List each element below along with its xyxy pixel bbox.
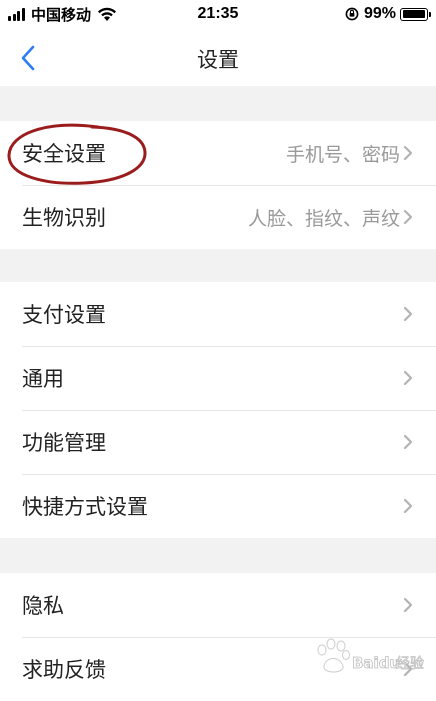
settings-row-biometrics[interactable]: 生物识别 人脸、指纹、声纹 <box>0 185 436 249</box>
settings-row-general[interactable]: 通用 <box>0 346 436 410</box>
row-label: 支付设置 <box>22 303 106 327</box>
row-label: 隐私 <box>22 594 64 618</box>
settings-group-privacy: 隐私 求助反馈 <box>0 573 436 701</box>
chevron-right-icon <box>403 145 413 161</box>
row-label: 求助反馈 <box>22 658 106 682</box>
row-label: 功能管理 <box>22 431 106 455</box>
settings-row-shortcuts[interactable]: 快捷方式设置 <box>0 474 436 538</box>
settings-row-privacy[interactable]: 隐私 <box>0 573 436 637</box>
row-value: 人脸、指纹、声纹 <box>247 207 400 230</box>
row-label: 通用 <box>22 367 64 391</box>
page-title: 设置 <box>197 48 239 72</box>
battery-icon <box>400 7 431 21</box>
settings-row-help-feedback[interactable]: 求助反馈 <box>0 637 436 701</box>
battery-percent: 99% <box>363 5 396 22</box>
settings-row-security[interactable]: 安全设置 手机号、密码 <box>0 121 436 185</box>
chevron-right-icon <box>403 597 413 613</box>
status-bar: 中国移动 21:35 99% <box>0 0 436 30</box>
battery-level-fill <box>402 10 426 18</box>
status-right: 99% <box>345 5 431 23</box>
navigation-bar: 设置 <box>0 30 436 86</box>
chevron-right-icon <box>403 434 413 450</box>
chevron-right-icon <box>403 209 413 225</box>
chevron-right-icon <box>403 661 413 677</box>
row-label: 生物识别 <box>22 206 106 230</box>
battery-tip <box>429 11 431 17</box>
row-label: 安全设置 <box>22 142 106 166</box>
chevron-right-icon <box>403 306 413 322</box>
settings-group-account: 安全设置 手机号、密码 生物识别 人脸、指纹、声纹 <box>0 121 436 249</box>
rotation-lock-icon <box>345 7 359 21</box>
settings-row-features[interactable]: 功能管理 <box>0 410 436 474</box>
chevron-right-icon <box>403 370 413 386</box>
chevron-right-icon <box>403 498 413 514</box>
settings-group-general: 支付设置 通用 功能管理 快捷方式设置 <box>0 282 436 538</box>
settings-row-payment[interactable]: 支付设置 <box>0 282 436 346</box>
row-value: 手机号、密码 <box>285 143 400 166</box>
row-label: 快捷方式设置 <box>22 495 148 519</box>
